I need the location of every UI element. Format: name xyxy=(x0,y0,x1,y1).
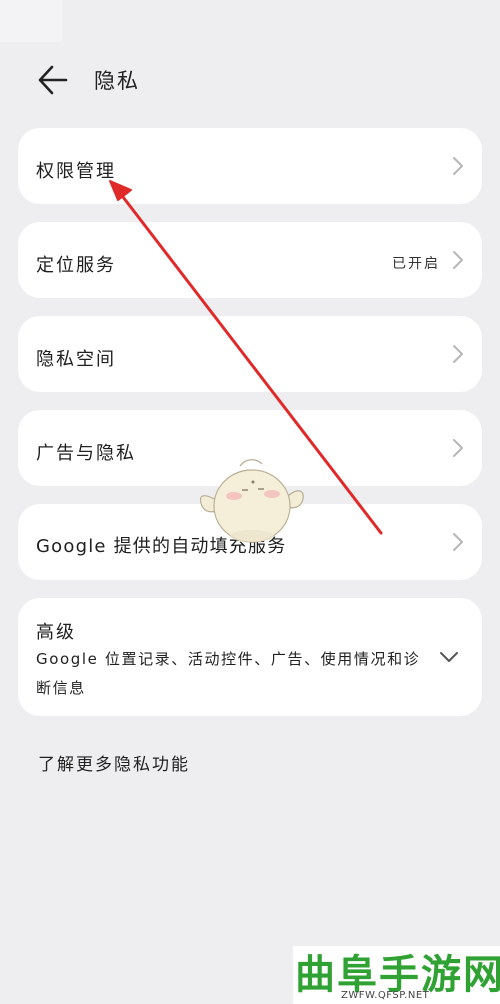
chevron-right-icon xyxy=(453,533,463,551)
watermark: 曲阜手游网 ZWFW.QFSP.NET xyxy=(293,946,500,1004)
chevron-right-icon xyxy=(453,439,463,457)
location-service-status: 已开启 xyxy=(392,256,440,272)
permission-management-card[interactable]: 权限管理 xyxy=(18,128,482,204)
advanced-description: Google 位置记录、活动控件、广告、使用情况和诊断信息 xyxy=(36,650,421,697)
privacy-space-label: 隐私空间 xyxy=(36,349,116,370)
location-service-card[interactable]: 定位服务 已开启 xyxy=(18,222,482,298)
back-button[interactable] xyxy=(28,60,72,100)
status-bar-patch xyxy=(0,0,62,42)
advanced-title: 高级 xyxy=(36,622,76,643)
page-title: 隐私 xyxy=(94,69,140,93)
permission-management-label: 权限管理 xyxy=(36,161,116,182)
privacy-space-card[interactable]: 隐私空间 xyxy=(18,316,482,392)
status-bar xyxy=(0,0,500,48)
back-arrow-icon xyxy=(38,65,68,95)
ads-privacy-label: 广告与隐私 xyxy=(36,443,136,464)
mascot-sticker xyxy=(199,459,304,543)
chevron-right-icon xyxy=(453,251,463,269)
chevron-down-icon xyxy=(440,652,458,662)
header: 隐私 xyxy=(0,48,500,112)
learn-more-link[interactable]: 了解更多隐私功能 xyxy=(38,750,190,775)
chevron-right-icon xyxy=(453,157,463,175)
chevron-right-icon xyxy=(453,345,463,363)
advanced-card[interactable]: 高级 Google 位置记录、活动控件、广告、使用情况和诊断信息 xyxy=(18,598,482,716)
watermark-url: ZWFW.QFSP.NET xyxy=(341,990,430,1001)
location-service-label: 定位服务 xyxy=(36,255,116,276)
